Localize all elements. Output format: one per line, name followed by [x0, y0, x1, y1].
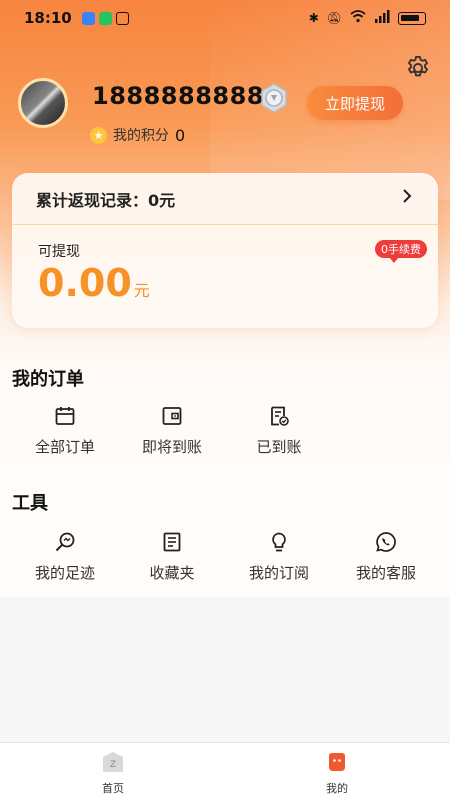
wifi-icon — [350, 10, 366, 26]
pending-arrival-label: 即将到账 — [141, 438, 202, 456]
favorites-entry[interactable]: 收藏夹 — [117, 531, 227, 583]
points-value: 0 — [175, 125, 186, 145]
signal-icon — [374, 10, 390, 26]
calendar-icon — [55, 407, 75, 425]
chevron-right-icon — [400, 186, 414, 211]
bookmark-list-icon — [163, 532, 181, 552]
tab-home-label: 首页 — [102, 782, 124, 795]
mute-icon: 🔕︎ — [326, 11, 342, 25]
settings-gear-icon[interactable] — [404, 54, 432, 82]
my-subscriptions-entry[interactable]: 我的订阅 — [224, 531, 334, 583]
all-orders-entry[interactable]: 全部订单 — [10, 405, 120, 457]
bluetooth-icon: ✱ — [308, 11, 319, 25]
app-notification-icon — [81, 11, 95, 25]
arrived-entry[interactable]: 已到账 — [224, 405, 334, 457]
amount-value: 0.00 — [38, 261, 132, 305]
customer-service-label: 我的客服 — [355, 564, 416, 582]
bottom-tab-bar: Z 首页 我的 — [0, 742, 450, 800]
cashback-record-label: 累计返现记录：0元 — [36, 190, 176, 210]
withdrawable-amount: 0.00 元 — [38, 261, 150, 305]
my-subscriptions-label: 我的订阅 — [248, 564, 309, 582]
zero-fee-tag: 0手续费 — [375, 240, 427, 263]
wechat-notification-icon — [98, 11, 112, 25]
chat-phone-icon — [376, 532, 396, 552]
member-badge-icon[interactable] — [258, 82, 290, 114]
my-footprints-label: 我的足迹 — [34, 564, 95, 582]
battery-icon — [398, 11, 426, 25]
all-orders-label: 全部订单 — [34, 438, 95, 456]
avatar[interactable] — [18, 78, 68, 128]
tab-mine[interactable]: 我的 — [297, 751, 377, 796]
tab-home[interactable]: Z 首页 — [73, 751, 153, 796]
svg-text:Z: Z — [110, 760, 116, 770]
receipt-check-icon — [271, 406, 289, 426]
footprint-search-icon — [55, 532, 75, 552]
points-row[interactable]: ★ 我的积分 0 — [90, 125, 185, 145]
my-footprints-entry[interactable]: 我的足迹 — [10, 531, 120, 583]
points-label: 我的积分 — [113, 128, 169, 144]
wallet-icon — [162, 407, 182, 425]
pending-arrival-entry[interactable]: 即将到账 — [117, 405, 227, 457]
lightbulb-icon — [272, 532, 286, 552]
tab-mine-label: 我的 — [326, 782, 348, 795]
status-time: 18:10 — [24, 9, 72, 27]
withdrawable-label: 可提现 — [38, 244, 80, 260]
favorites-label: 收藏夹 — [149, 564, 195, 582]
my-orders-title: 我的订单 — [12, 369, 84, 390]
cashback-record-row[interactable]: 累计返现记录：0元 — [12, 173, 438, 225]
tools-section: 工具 我的足迹 收藏夹 我的订阅 我的客服 — [0, 477, 450, 597]
home-icon: Z — [103, 752, 123, 772]
arrived-label: 已到账 — [256, 438, 302, 456]
tools-title: 工具 — [12, 493, 48, 514]
user-phone-number: 18888888888 — [92, 82, 282, 110]
nfc-icon — [115, 11, 129, 25]
points-star-icon: ★ — [90, 126, 107, 144]
status-bar: 18:10 ✱ 🔕︎ — [0, 0, 450, 36]
customer-service-entry[interactable]: 我的客服 — [331, 531, 441, 583]
amount-unit: 元 — [133, 281, 150, 300]
cashback-card: 累计返现记录：0元 可提现 0.00 元 — [12, 173, 438, 328]
mine-icon — [329, 753, 345, 771]
withdraw-now-button[interactable]: 立即提现 — [307, 86, 403, 120]
my-orders-section: 我的订单 全部订单 即将到账 已到账 — [0, 355, 450, 477]
